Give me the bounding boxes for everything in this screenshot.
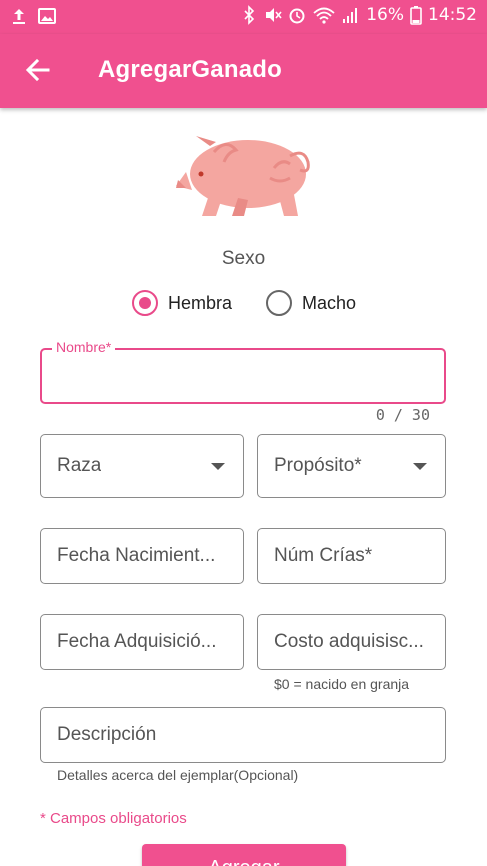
- clock: 14:52: [428, 5, 477, 25]
- nombre-field[interactable]: Nombre*: [40, 339, 446, 404]
- num-crias-field[interactable]: Núm Crías*: [257, 528, 446, 584]
- pig-icon: [176, 136, 310, 216]
- proposito-select[interactable]: Propósito*: [257, 434, 446, 498]
- radio-macho[interactable]: Macho: [266, 290, 356, 316]
- battery-icon: [410, 6, 422, 25]
- fecha-nacimiento-field[interactable]: Fecha Nacimient...: [40, 528, 244, 584]
- radio-macho-label[interactable]: Macho: [302, 293, 356, 314]
- radio-hembra[interactable]: Hembra: [132, 290, 232, 316]
- radio-macho-indicator[interactable]: [266, 290, 293, 316]
- descripcion-placeholder: Descripción: [57, 724, 157, 745]
- required-fields-note: * Campos obligatorios: [40, 810, 187, 827]
- descripcion-helper-text: Detalles acerca del ejemplar(Opcional): [57, 767, 299, 783]
- radio-hembra-label[interactable]: Hembra: [168, 293, 232, 314]
- costo-adquisicion-field[interactable]: Costo adquisisc...: [257, 614, 446, 670]
- agregar-button[interactable]: Agregar: [142, 844, 346, 866]
- fecha-nacimiento-placeholder: Fecha Nacimient...: [57, 545, 216, 566]
- wifi-icon: [313, 7, 335, 24]
- battery-level: 16%: [366, 5, 404, 25]
- arrow-left-icon[interactable]: [22, 54, 54, 86]
- signal-icon: [343, 8, 358, 23]
- upload-icon: [13, 9, 25, 24]
- image-icon: [38, 8, 56, 24]
- raza-select[interactable]: Raza: [40, 434, 244, 498]
- sexo-radio-group: Hembra Macho: [132, 290, 390, 316]
- raza-placeholder: Raza: [57, 455, 102, 476]
- num-crias-placeholder: Núm Crías*: [274, 545, 373, 566]
- alarm-icon: [289, 8, 305, 24]
- nombre-label: Nombre*: [52, 339, 116, 355]
- status-bar: 16% 14:52: [0, 0, 487, 34]
- costo-adquisicion-placeholder: Costo adquisisc...: [274, 631, 424, 652]
- proposito-placeholder: Propósito*: [274, 455, 362, 476]
- chevron-down-icon: [413, 463, 427, 470]
- sexo-label: Sexo: [221, 248, 266, 269]
- mute-icon: [266, 8, 282, 22]
- fecha-adquisicion-placeholder: Fecha Adquisició...: [57, 631, 217, 652]
- costo-helper-text: $0 = nacido en granja: [274, 676, 410, 692]
- descripcion-field[interactable]: Descripción: [40, 707, 446, 763]
- chevron-down-icon: [211, 463, 225, 470]
- nombre-char-counter: 0 / 30: [375, 406, 430, 424]
- radio-hembra-indicator[interactable]: [132, 290, 158, 316]
- fecha-adquisicion-field[interactable]: Fecha Adquisició...: [40, 614, 244, 670]
- page-title: AgregarGanado: [98, 56, 282, 83]
- app-bar: AgregarGanado: [0, 34, 487, 108]
- bluetooth-icon: [244, 5, 255, 25]
